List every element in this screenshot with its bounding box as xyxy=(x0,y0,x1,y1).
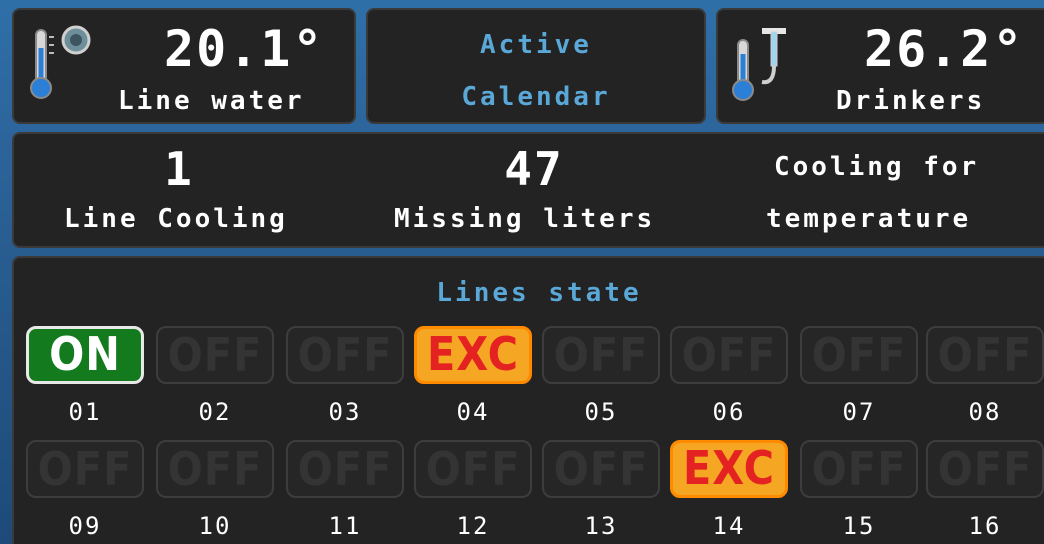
line-08-button[interactable]: OFF xyxy=(926,326,1044,384)
line-09-button[interactable]: OFF xyxy=(26,440,144,498)
line-13-number: 13 xyxy=(584,512,618,540)
line-cooling-label: Line Cooling xyxy=(64,204,288,234)
line-01-button[interactable]: ON xyxy=(26,326,144,384)
line-11-button[interactable]: OFF xyxy=(286,440,404,498)
calendar-line2: Calendar xyxy=(461,82,611,112)
line-water-panel[interactable]: 20.1° Line water xyxy=(12,8,356,124)
line-01-number: 01 xyxy=(68,398,102,426)
line-16-button[interactable]: OFF xyxy=(926,440,1044,498)
line-13-button[interactable]: OFF xyxy=(542,440,660,498)
line-07-button[interactable]: OFF xyxy=(800,326,918,384)
line-12-number: 12 xyxy=(456,512,490,540)
line-05-button[interactable]: OFF xyxy=(542,326,660,384)
line-water-value: 20.1° xyxy=(164,20,325,78)
line-10-number: 10 xyxy=(198,512,232,540)
line-cooling-value: 1 xyxy=(164,142,194,196)
line-15-number: 15 xyxy=(842,512,876,540)
line-09-number: 09 xyxy=(68,512,102,540)
line-06-number: 06 xyxy=(712,398,746,426)
drinkers-label: Drinkers xyxy=(836,86,986,116)
calendar-panel[interactable]: Active Calendar xyxy=(366,8,706,124)
missing-liters-value: 47 xyxy=(504,142,564,196)
line-11-number: 11 xyxy=(328,512,362,540)
thermometer-water-icon xyxy=(30,25,91,99)
lines-state-panel: Lines state ON OFF OFF EXC OFF OFF OFF O… xyxy=(12,256,1044,544)
line-02-button[interactable]: OFF xyxy=(156,326,274,384)
line-10-button[interactable]: OFF xyxy=(156,440,274,498)
line-14-number: 14 xyxy=(712,512,746,540)
line-04-number: 04 xyxy=(456,398,490,426)
missing-liters-label: Missing liters xyxy=(394,204,656,234)
line-14-button[interactable]: EXC xyxy=(670,440,788,498)
line-03-number: 03 xyxy=(328,398,362,426)
calendar-line1: Active xyxy=(480,30,592,60)
line-02-number: 02 xyxy=(198,398,232,426)
mode-line1: Cooling for xyxy=(774,152,980,182)
line-06-button[interactable]: OFF xyxy=(670,326,788,384)
line-16-number: 16 xyxy=(968,512,1002,540)
mode-line2: temperature xyxy=(766,204,972,234)
drinkers-panel[interactable]: 26.2° Drinkers xyxy=(716,8,1044,124)
line-15-button[interactable]: OFF xyxy=(800,440,918,498)
line-04-button[interactable]: EXC xyxy=(414,326,532,384)
line-05-number: 05 xyxy=(584,398,618,426)
status-panel: 1 Line Cooling 47 Missing liters Cooling… xyxy=(12,132,1044,248)
lines-state-title: Lines state xyxy=(436,278,642,308)
line-08-number: 08 xyxy=(968,398,1002,426)
line-07-number: 07 xyxy=(842,398,876,426)
line-water-label: Line water xyxy=(118,86,305,116)
drinkers-value: 26.2° xyxy=(864,20,1025,78)
thermometer-drinker-icon xyxy=(732,28,786,101)
line-12-button[interactable]: OFF xyxy=(414,440,532,498)
line-03-button[interactable]: OFF xyxy=(286,326,404,384)
